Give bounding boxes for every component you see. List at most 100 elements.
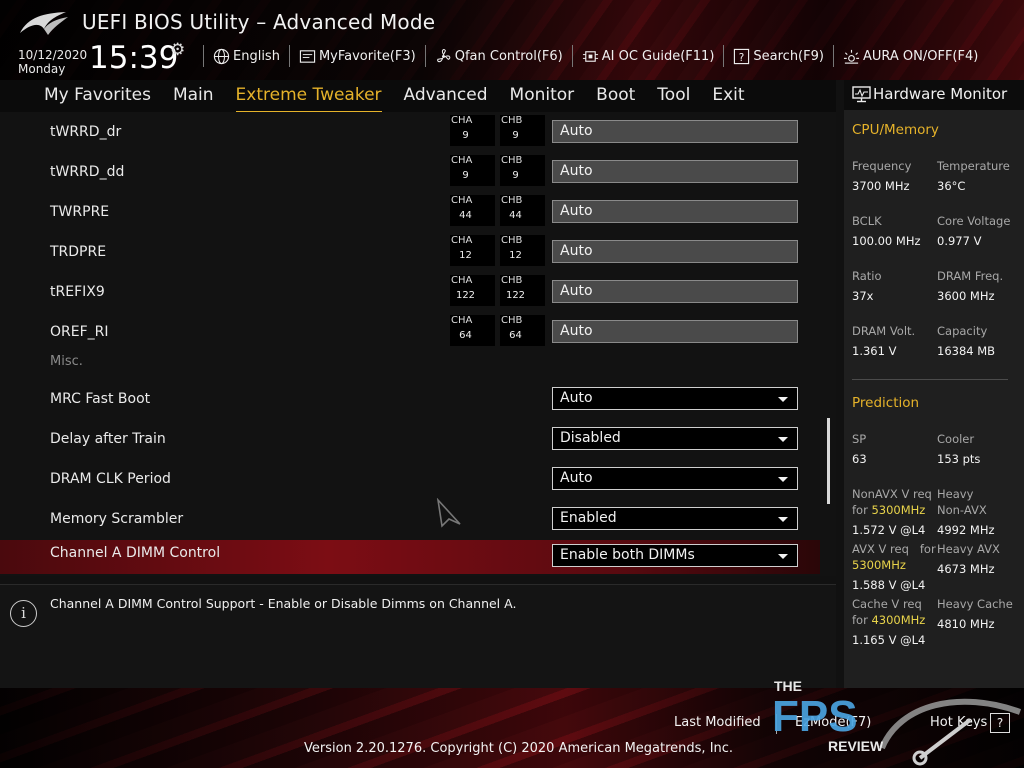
toolbar: English MyFavorite(F3) Qfan Control(F6) …: [198, 44, 982, 68]
heavy-cache-value: 4810 MHz: [937, 617, 995, 631]
settings-panel: tWRRD_dr CHA 9 CHB 9 Auto tWRRD_dd CHA 9 CH…: [0, 112, 836, 576]
tab-extreme-tweaker[interactable]: Extreme Tweaker: [235, 85, 382, 113]
aura-toggle-button[interactable]: AURA ON/OFF(F4): [839, 48, 982, 65]
heavy-avx-label: Heavy AVX: [937, 542, 1000, 556]
prediction-section: Prediction: [852, 395, 920, 411]
chb-label: CHB: [501, 275, 523, 286]
channel-a-dimm-control-select[interactable]: Enable both DIMMs: [552, 544, 798, 567]
cha-number: 9: [462, 170, 469, 181]
twrrd-dd-input[interactable]: Auto: [552, 160, 798, 183]
tab-advanced[interactable]: Advanced: [404, 85, 488, 108]
setting-label: tREFIX9: [50, 284, 105, 300]
cha-number: 9: [462, 130, 469, 141]
copyright-text: Version 2.20.1276. Copyright (C) 2020 Am…: [304, 741, 734, 756]
select-value: Enabled: [560, 510, 617, 526]
toolbar-divider: [203, 45, 204, 67]
for-label: for: [852, 613, 868, 627]
language-button[interactable]: English: [209, 48, 284, 65]
setting-row-trdpre[interactable]: TRDPRE CHA 12 CHB 12 Auto: [0, 235, 820, 275]
ai-oc-guide-label: AI OC Guide(F11): [601, 48, 715, 64]
tab-tool[interactable]: Tool: [657, 85, 690, 108]
heavy-nonavx-value: 4992 MHz: [937, 523, 995, 537]
favorite-icon: [299, 49, 316, 63]
dropdown-arrow-icon: [778, 437, 788, 442]
ai-oc-guide-button[interactable]: AI OC Guide(F11): [578, 48, 719, 65]
frequency-label: Frequency: [852, 159, 912, 173]
bclk-label: BCLK: [852, 214, 882, 228]
avx-req-label: AVX V req: [852, 542, 909, 556]
cache-freq: 4300MHz: [871, 613, 926, 627]
dropdown-arrow-icon: [778, 517, 788, 522]
tab-exit[interactable]: Exit: [712, 85, 744, 108]
setting-row-dram-clk-period[interactable]: DRAM CLK Period Auto: [0, 462, 820, 502]
channel-b-value: CHB 64: [500, 315, 545, 346]
twrpre-input[interactable]: Auto: [552, 200, 798, 223]
search-label: Search(F9): [753, 48, 824, 64]
frequency-value: 3700 MHz: [852, 179, 910, 193]
delay-after-train-select[interactable]: Disabled: [552, 427, 798, 450]
heavy-label: Heavy: [937, 487, 974, 501]
aura-icon: [843, 49, 860, 64]
monitor-icon: [852, 86, 871, 103]
channel-b-value: CHB 9: [500, 115, 545, 146]
watermark-line3: REVIEW: [828, 738, 884, 754]
main-nav: My Favorites Main Extreme Tweaker Advanc…: [0, 80, 836, 113]
chip-icon: [582, 50, 598, 62]
hardware-monitor-title: Hardware Monitor: [873, 85, 1008, 103]
tab-my-favorites[interactable]: My Favorites: [44, 85, 151, 108]
tab-main[interactable]: Main: [173, 85, 214, 108]
setting-label: DRAM CLK Period: [50, 471, 171, 487]
channel-b-value: CHB 122: [500, 275, 545, 306]
dram-clk-period-select[interactable]: Auto: [552, 467, 798, 490]
trefix9-input[interactable]: Auto: [552, 280, 798, 303]
cache-req-value: 1.165 V @L4: [852, 633, 926, 647]
settings-scrollbar[interactable]: [827, 418, 830, 504]
setting-row-delay-after-train[interactable]: Delay after Train Disabled: [0, 422, 820, 462]
myfavorite-button[interactable]: MyFavorite(F3): [295, 48, 420, 65]
setting-label: tWRRD_dr: [50, 124, 122, 140]
setting-row-trefix9[interactable]: tREFIX9 CHA 122 CHB 122 Auto: [0, 275, 820, 315]
setting-row-channel-a-dimm-control[interactable]: Channel A DIMM Control Enable both DIMMs: [0, 540, 820, 574]
toolbar-divider: [424, 45, 426, 67]
mrc-fast-boot-select[interactable]: Auto: [552, 387, 798, 410]
setting-row-twrrd-dr[interactable]: tWRRD_dr CHA 9 CHB 9 Auto: [0, 115, 820, 155]
setting-row-twrpre[interactable]: TWRPRE CHA 44 CHB 44 Auto: [0, 195, 820, 235]
date-display: 10/12/2020 Monday: [18, 48, 87, 76]
toolbar-divider: [288, 45, 290, 67]
cha-number: 64: [459, 330, 472, 341]
nonavx-req-label: NonAVX V req: [852, 487, 932, 501]
setting-row-oref-ri[interactable]: OREF_RI CHA 64 CHB 64 Auto: [0, 315, 820, 355]
search-button[interactable]: ? Search(F9): [729, 48, 828, 65]
clock-settings-gear-icon[interactable]: ⚙: [170, 40, 185, 60]
setting-row-mrc-fast-boot[interactable]: MRC Fast Boot Auto: [0, 382, 820, 422]
setting-label: OREF_RI: [50, 324, 109, 340]
last-modified-button[interactable]: Last Modified: [674, 715, 761, 730]
bclk-value: 100.00 MHz: [852, 234, 921, 248]
memory-scrambler-select[interactable]: Enabled: [552, 507, 798, 530]
channel-a-value: CHA 12: [450, 235, 495, 266]
select-value: Auto: [560, 390, 593, 406]
avx-req-value: 1.588 V @L4: [852, 578, 926, 592]
qfan-control-button[interactable]: Qfan Control(F6): [431, 48, 567, 65]
channel-b-value: CHB 44: [500, 195, 545, 226]
setting-row-twrrd-dd[interactable]: tWRRD_dd CHA 9 CHB 9 Auto: [0, 155, 820, 195]
search-help-icon: ?: [734, 48, 750, 64]
cha-number: 44: [459, 210, 472, 221]
cpu-memory-section: CPU/Memory: [852, 122, 939, 138]
tab-monitor[interactable]: Monitor: [510, 85, 575, 108]
fan-icon: [436, 48, 451, 62]
setting-label: tWRRD_dd: [50, 164, 125, 180]
date-text: 10/12/2020: [18, 48, 88, 62]
trdpre-input[interactable]: Auto: [552, 240, 798, 263]
tab-boot[interactable]: Boot: [596, 85, 635, 108]
twrrd-dr-input[interactable]: Auto: [552, 120, 798, 143]
select-value: Enable both DIMMs: [560, 547, 695, 563]
cha-label: CHA: [451, 275, 473, 286]
setting-row-memory-scrambler[interactable]: Memory Scrambler Enabled: [0, 502, 820, 542]
chb-number: 64: [509, 330, 522, 341]
for-label: for: [852, 503, 868, 517]
oref-ri-input[interactable]: Auto: [552, 320, 798, 343]
nonavx-freq-line: for 5300MHz: [852, 503, 925, 517]
app-title: UEFI BIOS Utility – Advanced Mode: [82, 10, 436, 34]
nonavx-freq: 5300MHz: [871, 503, 926, 517]
